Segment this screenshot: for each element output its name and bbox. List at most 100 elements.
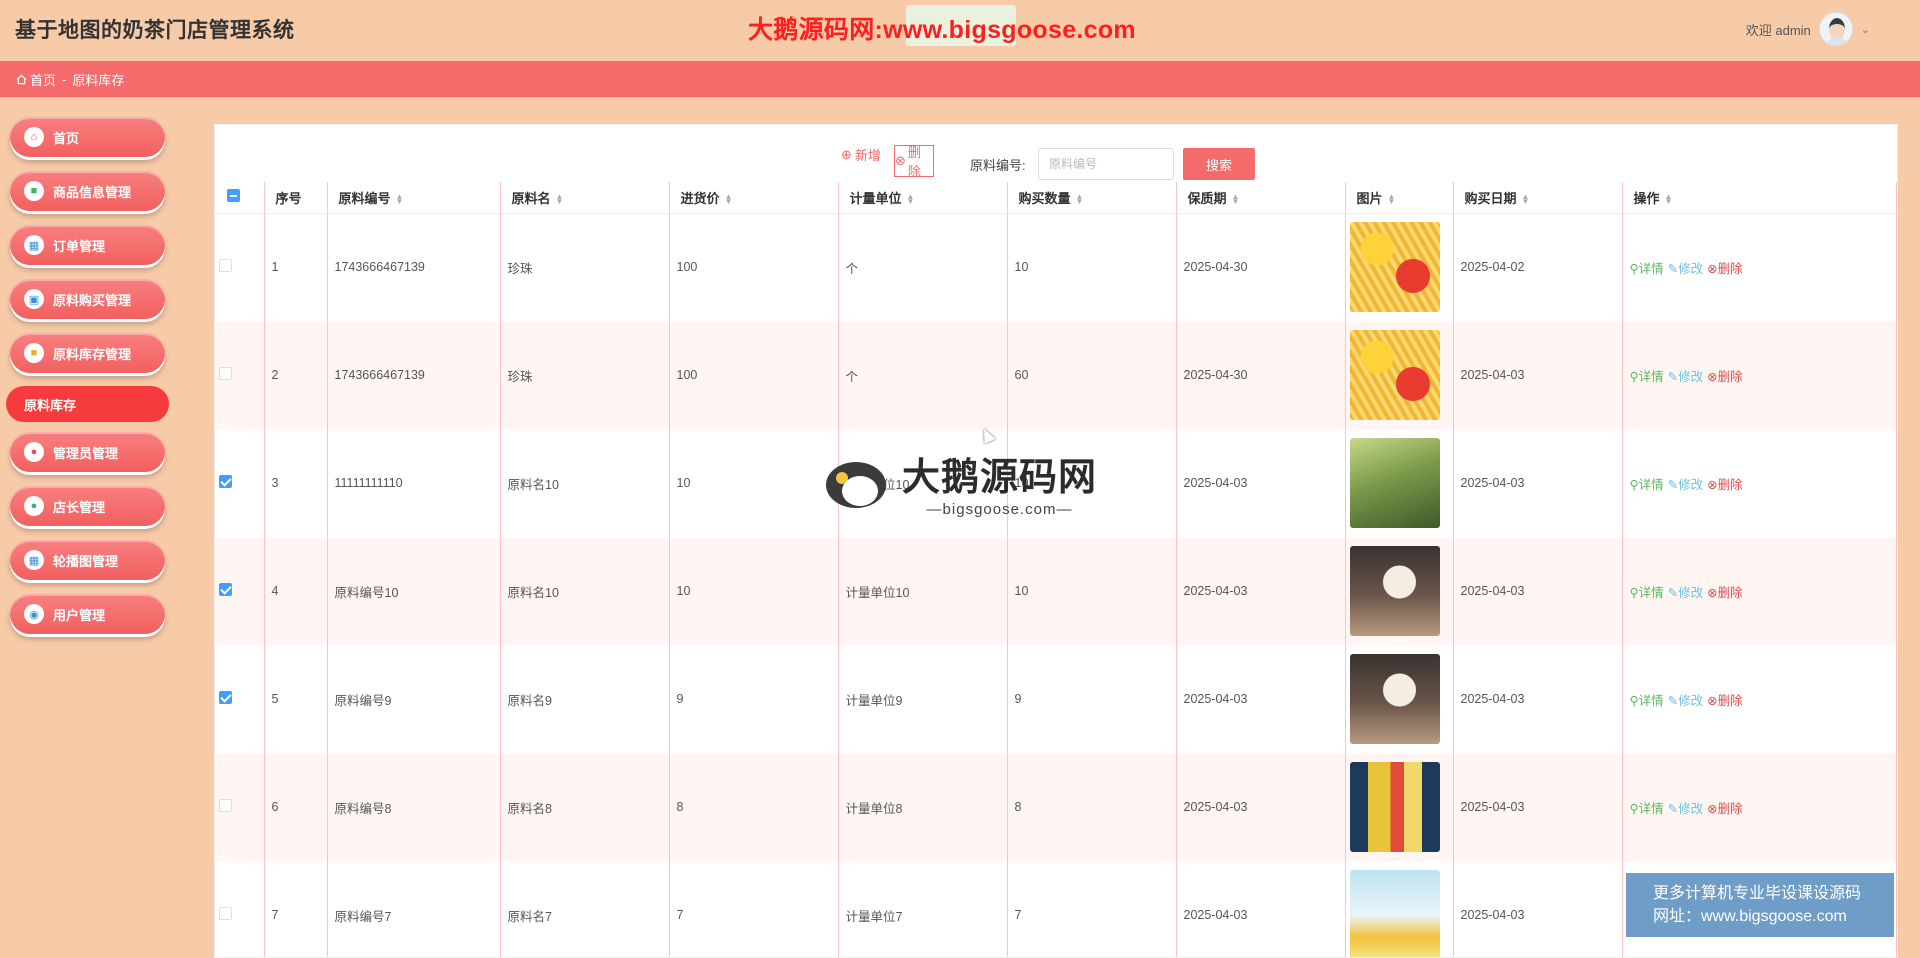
detail-button[interactable]: ⚲详情 <box>1630 690 1664 709</box>
watermark-title: 大鹅源码网 <box>902 455 1098 499</box>
sidebar-item-carousel[interactable]: ▦ 轮播图管理 <box>10 540 165 580</box>
row-select-cell[interactable] <box>215 537 265 645</box>
delete-button[interactable]: ⊗删除 <box>1707 690 1743 709</box>
chevron-down-icon[interactable]: ⌄ <box>1861 23 1870 36</box>
detail-button[interactable]: ⚲详情 <box>1630 798 1664 817</box>
table-row: 6 原料编号8 原料名8 8 计量单位8 8 2025-04-03 2025-0… <box>215 753 1897 861</box>
ingredient-image[interactable] <box>1349 438 1440 528</box>
col-qty[interactable]: 购买数量 ▲ ▼ <box>1007 182 1177 214</box>
sidebar-item-managers[interactable]: ● 店长管理 <box>10 486 165 526</box>
sidebar-item-home[interactable]: ⌂ 首页 <box>10 117 165 157</box>
cell-buy-date: 2025-04-03 <box>1453 753 1623 861</box>
edit-button[interactable]: ✎修改 <box>1668 366 1704 385</box>
col-price[interactable]: 进货价 ▲ ▼ <box>669 182 839 214</box>
delete-button[interactable]: ⊗删除 <box>1707 258 1743 277</box>
sort-icon[interactable]: ▲ ▼ <box>1076 193 1084 206</box>
row-checkbox[interactable] <box>219 259 232 273</box>
sidebar: ⌂ 首页 ■ 商品信息管理 ▦ 订单管理 ▣ 原料购买管理 ■ 原料库存管理 原… <box>0 97 178 958</box>
ingredient-image[interactable] <box>1349 870 1440 957</box>
sort-icon[interactable]: ▲ ▼ <box>1232 193 1240 206</box>
col-name[interactable]: 原料名 ▲ ▼ <box>500 182 670 214</box>
col-shelf[interactable]: 保质期 ▲ ▼ <box>1176 182 1346 214</box>
row-checkbox[interactable] <box>219 907 232 920</box>
delete-button[interactable]: ⊗删除 <box>1707 366 1743 385</box>
sidebar-item-inventory[interactable]: ■ 原料库存管理 <box>10 333 165 373</box>
cell-no: 1 <box>264 213 328 321</box>
breadcrumb-home[interactable]: 首页 <box>16 70 56 89</box>
cell-price: 10 <box>669 537 839 645</box>
ingredient-image[interactable] <box>1349 222 1440 313</box>
edit-button[interactable]: ✎修改 <box>1668 582 1704 601</box>
sort-icon[interactable]: ▲ ▼ <box>907 193 915 206</box>
sidebar-item-admins[interactable]: ● 管理员管理 <box>10 432 165 472</box>
add-button[interactable]: ⊕ 新增 <box>841 145 881 164</box>
user-menu[interactable]: 欢迎 admin ⌄ <box>1746 12 1870 46</box>
sort-icon[interactable]: ▲ ▼ <box>1522 193 1530 206</box>
delete-button[interactable]: ⊗删除 <box>1707 582 1743 601</box>
ingredient-image[interactable] <box>1349 654 1440 744</box>
col-buy-date[interactable]: 购买日期 ▲ ▼ <box>1453 182 1623 214</box>
inventory-table: 序号 原料编号 ▲ ▼ 原料名 ▲ ▼ 进货价 ▲ ▼ 计量单位 ▲ ▼ 购买数量 ▲ ▼ 保质期 ▲… <box>215 182 1897 957</box>
ingredient-image[interactable] <box>1349 330 1440 420</box>
cell-no: 4 <box>264 537 328 645</box>
row-checkbox[interactable] <box>219 691 232 704</box>
detail-button[interactable]: ⚲详情 <box>1630 258 1664 277</box>
table-body: 1 1743666467139 珍珠 100 个 10 2025-04-30 2… <box>215 213 1897 957</box>
cell-code: 原料编号8 <box>327 753 501 861</box>
cell-no: 3 <box>264 429 328 537</box>
detail-button[interactable]: ⚲详情 <box>1630 366 1664 385</box>
row-select-cell[interactable] <box>215 429 265 537</box>
watermark-url: —bigsgoose.com— <box>926 501 1073 518</box>
top-header: 基于地图的奶茶门店管理系统 大鹅源码网:www.bigsgoose.com 欢迎… <box>0 0 1920 61</box>
sidebar-item-products[interactable]: ■ 商品信息管理 <box>10 171 165 211</box>
delete-button[interactable]: ⊗删除 <box>1707 474 1743 493</box>
col-code[interactable]: 原料编号 ▲ ▼ <box>327 182 501 214</box>
sort-icon[interactable]: ▲ ▼ <box>1388 193 1396 206</box>
row-checkbox[interactable] <box>219 583 232 596</box>
col-unit[interactable]: 计量单位 ▲ ▼ <box>838 182 1008 214</box>
edit-button[interactable]: ✎修改 <box>1668 258 1704 277</box>
search-button[interactable]: 搜索 <box>1183 148 1255 180</box>
row-checkbox[interactable] <box>219 799 232 812</box>
sort-icon[interactable]: ▲ ▼ <box>556 193 564 206</box>
batch-delete-button[interactable]: ⊗ 删除 <box>894 145 934 179</box>
detail-button[interactable]: ⚲详情 <box>1630 582 1664 601</box>
ingredient-image[interactable] <box>1349 762 1440 852</box>
sidebar-item-purchase[interactable]: ▣ 原料购买管理 <box>10 279 165 319</box>
edit-button[interactable]: ✎修改 <box>1668 798 1704 817</box>
sort-icon[interactable]: ▲ ▼ <box>1665 193 1673 206</box>
detail-button[interactable]: ⚲详情 <box>1630 474 1664 493</box>
cell-image <box>1345 861 1454 957</box>
ingredient-image[interactable] <box>1349 546 1440 636</box>
cell-shelf: 2025-04-03 <box>1176 753 1346 861</box>
col-actions-label: 操作 <box>1633 190 1660 206</box>
sort-icon[interactable]: ▲ ▼ <box>396 193 404 206</box>
search-input[interactable] <box>1038 148 1174 180</box>
row-select-cell[interactable] <box>215 861 265 957</box>
sidebar-item-label: 原料库存管理 <box>53 346 132 362</box>
row-select-cell[interactable] <box>215 753 265 861</box>
edit-button[interactable]: ✎修改 <box>1668 474 1704 493</box>
row-select-cell[interactable] <box>215 645 265 753</box>
select-all-cell[interactable] <box>215 182 265 214</box>
delete-button[interactable]: ⊗删除 <box>1707 798 1743 817</box>
avatar[interactable] <box>1818 12 1853 46</box>
col-image-label: 图片 <box>1356 190 1383 206</box>
cell-actions: ⚲详情 ✎修改 ⊗删除 <box>1622 537 1897 645</box>
sort-icon[interactable]: ▲ ▼ <box>725 193 733 206</box>
sidebar-item-orders[interactable]: ▦ 订单管理 <box>10 225 165 265</box>
cell-image <box>1345 429 1454 537</box>
sidebar-subitem-inventory[interactable]: 原料库存 <box>6 386 169 422</box>
cell-unit: 计量单位10 <box>838 537 1008 645</box>
sidebar-item-users[interactable]: ◉ 用户管理 <box>10 594 165 634</box>
col-image[interactable]: 图片 ▲ ▼ <box>1345 182 1454 214</box>
user-icon: ◉ <box>24 604 44 624</box>
select-all-checkbox[interactable] <box>227 189 240 203</box>
row-checkbox[interactable] <box>219 475 232 488</box>
cell-buy-date: 2025-04-03 <box>1453 321 1623 429</box>
row-select-cell[interactable] <box>215 321 265 429</box>
edit-button[interactable]: ✎修改 <box>1668 690 1704 709</box>
row-select-cell[interactable] <box>215 213 265 321</box>
row-checkbox[interactable] <box>219 367 232 380</box>
cell-buy-date: 2025-04-03 <box>1453 429 1623 537</box>
